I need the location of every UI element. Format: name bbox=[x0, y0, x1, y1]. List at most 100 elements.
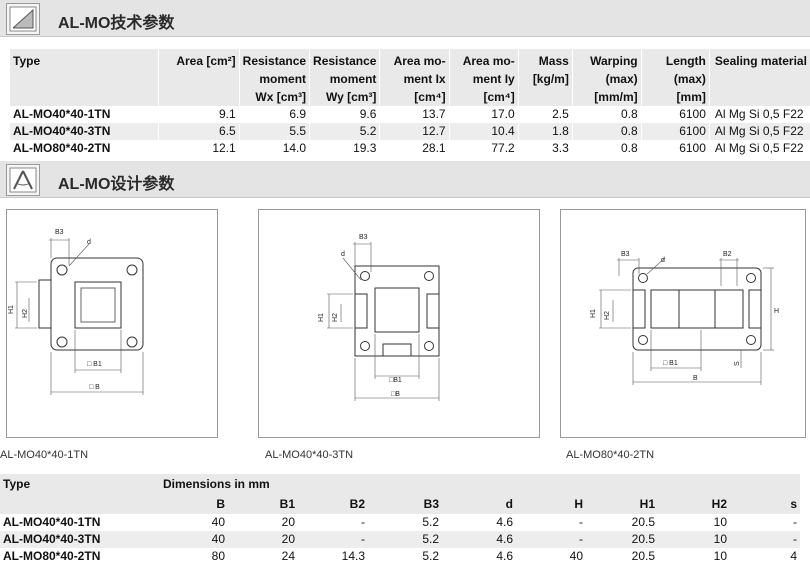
table-cell: 80 bbox=[211, 549, 225, 563]
label-h1: H1 bbox=[590, 309, 597, 318]
table-cell: 5.5 bbox=[238, 123, 310, 140]
header-line: Sealing material bbox=[714, 54, 807, 68]
dims-header-8: s bbox=[790, 497, 797, 511]
profile-drawing-3: B3 d B2 H1 H2 H S □ B1 B bbox=[590, 251, 779, 385]
table-cell: - bbox=[793, 515, 797, 529]
table-cell: 1.8 bbox=[517, 123, 573, 140]
dims-header-2: B2 bbox=[349, 497, 365, 511]
dims-column-header-row: B B1 B2 B3 d H H1 H2 s bbox=[0, 494, 800, 514]
spec-header-row: Type Area [cm²] Resistance moment Wx [cm³] Re… bbox=[10, 49, 810, 106]
drawing-icon bbox=[6, 3, 40, 35]
label-s: S bbox=[734, 361, 741, 366]
table-cell: AL-MO40*40-1TN bbox=[3, 515, 101, 529]
label-h2: H2 bbox=[332, 313, 339, 322]
table-cell: 10.4 bbox=[448, 123, 519, 140]
label-b: B bbox=[693, 375, 698, 382]
table-cell: Al Mg Si 0,5 F22 bbox=[708, 123, 810, 140]
header-line: Resistance bbox=[242, 54, 307, 68]
dims-header-3: B3 bbox=[423, 497, 439, 511]
table-cell: 20.5 bbox=[631, 549, 655, 563]
spec-header-0: Type bbox=[10, 49, 158, 106]
label-h: H bbox=[774, 308, 779, 315]
table-cell: 12.1 bbox=[157, 140, 240, 157]
label-b: □ B bbox=[89, 384, 100, 391]
table-cell: - bbox=[361, 532, 365, 546]
section-title: AL-MO设计参数 bbox=[58, 176, 175, 193]
table-cell: 13.7 bbox=[379, 106, 450, 123]
label-d: d bbox=[661, 257, 665, 264]
table-cell: 40 bbox=[569, 549, 583, 563]
label-h2: H2 bbox=[604, 311, 611, 320]
label-h1: H1 bbox=[318, 313, 325, 322]
header-line: Wy [cm³] bbox=[325, 90, 377, 104]
table-cell: 9.6 bbox=[309, 106, 380, 123]
table-cell: Al Mg Si 0,5 F22 bbox=[708, 106, 810, 123]
table-cell: 14.0 bbox=[238, 140, 310, 157]
header-line: [mm/m] bbox=[594, 90, 638, 104]
header-line: Wx [cm³] bbox=[255, 90, 307, 104]
table-cell: 6.9 bbox=[238, 106, 310, 123]
drawing-panel-2: B3 d H1 H2 □B1 □B bbox=[258, 209, 540, 438]
spec-header-9: Sealing material bbox=[708, 49, 810, 106]
table-cell: 10 bbox=[713, 515, 727, 529]
spec-header-3: Resistance moment Wy [cm³] bbox=[309, 49, 380, 106]
table-cell: Al Mg Si 0,5 F22 bbox=[708, 140, 810, 157]
header-line: [mm] bbox=[676, 90, 706, 104]
header-line: Length bbox=[665, 54, 706, 68]
table-cell: 4.6 bbox=[496, 532, 513, 546]
dims-header-6: H1 bbox=[639, 497, 655, 511]
dims-group-header: Dimensions in mm bbox=[163, 477, 270, 491]
label-b3: B3 bbox=[621, 251, 630, 258]
table-cell: - bbox=[579, 515, 583, 529]
profile-drawing-1: B3 d H1 H2 □ B1 □ B bbox=[8, 229, 144, 395]
dims-header-1: B1 bbox=[279, 497, 295, 511]
table-row: AL-MO40*40-3TN 40 20 - 5.2 4.6 - 20.5 10 - bbox=[0, 531, 800, 548]
dims-group-row: Type Dimensions in mm bbox=[0, 474, 800, 494]
table-cell: 9.1 bbox=[157, 106, 240, 123]
table-cell: AL-MO40*40-1TN bbox=[13, 107, 111, 121]
table-cell: 17.0 bbox=[448, 106, 519, 123]
drawing-caption-1: AL-MO40*40-1TN bbox=[0, 449, 89, 461]
table-cell: 40 bbox=[211, 532, 225, 546]
spec-header-6: Mass [kg/m] bbox=[517, 49, 573, 106]
spec-header-2: Resistance moment Wx [cm³] bbox=[238, 49, 310, 106]
spec-header-4: Area mo-ment Ix [cm⁴] bbox=[379, 49, 450, 106]
header-line: moment bbox=[259, 72, 307, 86]
section-title: AL-MO技术参数 bbox=[58, 15, 175, 32]
table-row: AL-MO40*40-3TN 6.5 5.5 5.2 12.7 10.4 1.8 0.8 610… bbox=[10, 123, 810, 140]
header-line: Area mo- bbox=[393, 54, 446, 68]
table-cell: 5.2 bbox=[422, 515, 439, 529]
header-line: [cm⁴] bbox=[483, 90, 515, 104]
header-line: Area mo- bbox=[462, 54, 515, 68]
table-cell: 0.8 bbox=[571, 140, 642, 157]
label-h2: H2 bbox=[22, 309, 29, 318]
label-b: □B bbox=[391, 391, 400, 398]
table-cell: 28.1 bbox=[379, 140, 450, 157]
drawing-caption-2: AL-MO40*40-3TN bbox=[265, 449, 354, 461]
table-row: AL-MO40*40-1TN 9.1 6.9 9.6 13.7 17.0 2.5 0.8 610… bbox=[10, 106, 810, 123]
dims-type-header: Type bbox=[3, 477, 31, 491]
table-cell: 20.5 bbox=[631, 532, 655, 546]
header-line: Resistance bbox=[313, 54, 377, 68]
table-cell: 40 bbox=[211, 515, 225, 529]
table-cell: 4.6 bbox=[496, 515, 513, 529]
compass-icon bbox=[6, 164, 40, 196]
label-b3: B3 bbox=[55, 229, 64, 236]
table-cell: 14.3 bbox=[341, 549, 365, 563]
table-cell: 0.8 bbox=[571, 123, 642, 140]
table-cell: 20.5 bbox=[631, 515, 655, 529]
table-cell: 6100 bbox=[640, 140, 710, 157]
spec-table: Type Area [cm²] Resistance moment Wx [cm³] Re… bbox=[10, 49, 810, 157]
label-d: d bbox=[341, 251, 345, 258]
table-cell: AL-MO40*40-3TN bbox=[13, 124, 111, 138]
table-cell: 6.5 bbox=[157, 123, 240, 140]
spec-header-7: Warping (max) [mm/m] bbox=[571, 49, 642, 106]
design-section-header: AL-MO设计参数 bbox=[0, 161, 810, 198]
header-line: ment Ix bbox=[403, 72, 446, 86]
header-line: Warping bbox=[590, 54, 638, 68]
table-cell: 5.2 bbox=[422, 532, 439, 546]
header-line: (max) bbox=[605, 72, 638, 86]
label-b1: □B1 bbox=[389, 377, 402, 384]
table-cell: 5.2 bbox=[309, 123, 380, 140]
dimensions-table: Type Dimensions in mm B B1 B2 B3 d H H1 H2 s AL-… bbox=[0, 474, 800, 565]
